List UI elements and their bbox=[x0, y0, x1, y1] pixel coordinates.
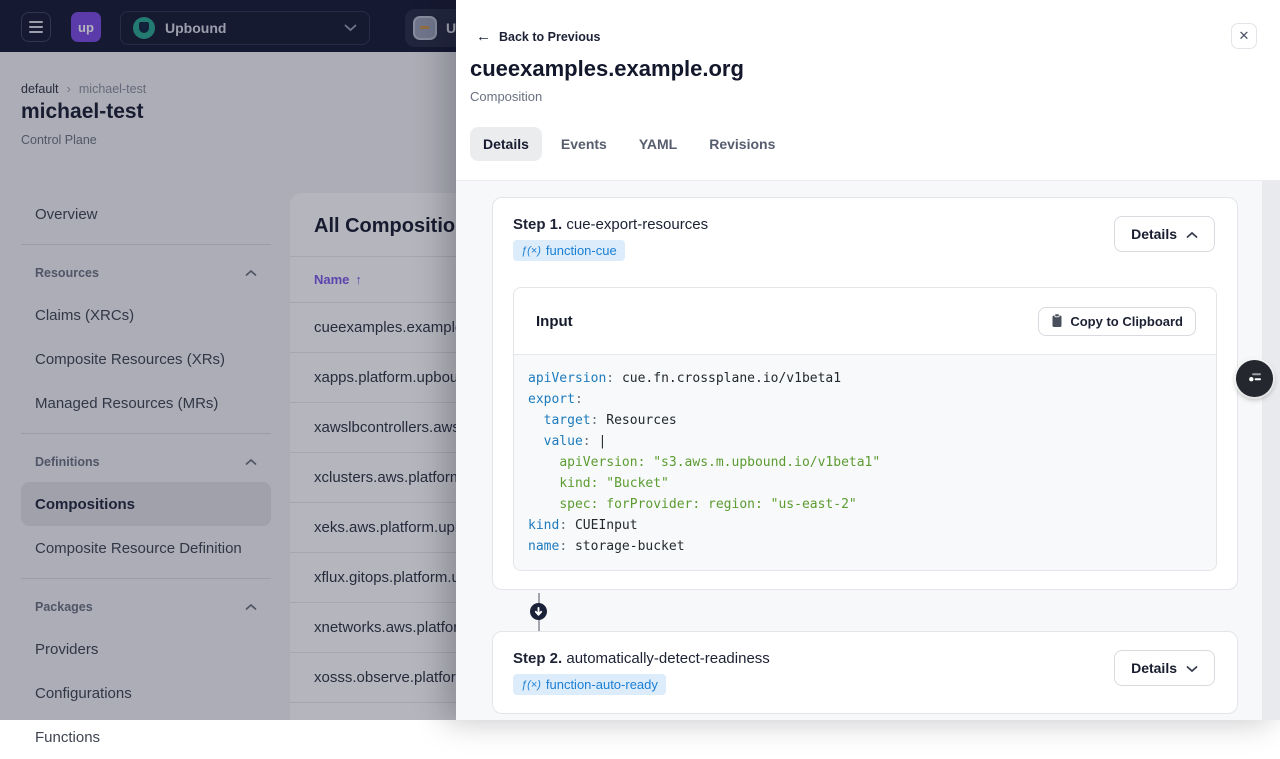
step-1-label: Step 1. bbox=[513, 216, 563, 233]
function-badge-label: function-auto-ready bbox=[545, 677, 658, 692]
panel-content: Step 1. cue-export-resources ƒ(×) functi… bbox=[456, 180, 1280, 720]
composition-name-title: cueexamples.example.org bbox=[470, 56, 744, 81]
back-link-label: Back to Previous bbox=[499, 29, 601, 44]
chevron-up-icon bbox=[1186, 226, 1198, 242]
function-badge-label: function-cue bbox=[545, 243, 617, 258]
code-line: apiVersion: cue.fn.crossplane.io/v1beta1 bbox=[528, 371, 842, 386]
copy-button-label: Copy to Clipboard bbox=[1070, 314, 1183, 329]
code-line: export: bbox=[528, 392, 583, 407]
floating-widget-button[interactable] bbox=[1236, 360, 1273, 397]
code-line: value: | bbox=[543, 434, 607, 449]
code-line: kind: "Bucket" bbox=[559, 476, 669, 491]
code-line: kind: CUEInput bbox=[528, 518, 638, 533]
tab-yaml[interactable]: YAML bbox=[626, 127, 690, 161]
input-section-header: Input Copy to Clipboard bbox=[514, 288, 1216, 354]
code-line: target: Resources bbox=[543, 413, 677, 428]
chevron-down-icon bbox=[1186, 660, 1198, 676]
tab-details[interactable]: Details bbox=[470, 127, 542, 161]
step-1-title: Step 1. cue-export-resources bbox=[513, 216, 1217, 233]
tab-events[interactable]: Events bbox=[548, 127, 620, 161]
step-2-title: Step 2. automatically-detect-readiness bbox=[513, 650, 1217, 667]
code-block[interactable]: apiVersion: cue.fn.crossplane.io/v1beta1… bbox=[514, 354, 1216, 570]
clipboard-icon bbox=[1051, 312, 1063, 331]
input-section: Input Copy to Clipboard apiVersion: cue.… bbox=[513, 287, 1217, 571]
pipeline-step-1-card: Step 1. cue-export-resources ƒ(×) functi… bbox=[492, 197, 1238, 590]
details-button-label: Details bbox=[1131, 226, 1177, 242]
step-1-name: cue-export-resources bbox=[566, 216, 709, 233]
back-arrow-icon: ← bbox=[476, 28, 491, 45]
step-2-details-button[interactable]: Details bbox=[1114, 650, 1215, 686]
composition-kind-subtitle: Composition bbox=[470, 89, 543, 104]
pipeline-step-2-card: Step 2. automatically-detect-readiness ƒ… bbox=[492, 631, 1238, 714]
function-badge[interactable]: ƒ(×) function-cue bbox=[513, 240, 625, 261]
step-2-label: Step 2. bbox=[513, 650, 563, 667]
code-line: spec: forProvider: region: "us-east-2" bbox=[559, 497, 857, 512]
sidebar-item-functions[interactable]: Functions bbox=[21, 715, 271, 759]
step-2-name: automatically-detect-readiness bbox=[566, 650, 770, 667]
input-heading: Input bbox=[536, 312, 573, 330]
code-line: apiVersion: "s3.aws.m.upbound.io/v1beta1… bbox=[559, 455, 881, 470]
tab-revisions[interactable]: Revisions bbox=[696, 127, 788, 161]
close-icon: ✕ bbox=[1238, 28, 1250, 43]
code-line: name: storage-bucket bbox=[528, 539, 685, 554]
step-connector-arrow-icon bbox=[530, 603, 547, 620]
function-icon: ƒ(×) bbox=[521, 678, 541, 691]
composition-detail-panel: ← Back to Previous ✕ cueexamples.example… bbox=[456, 0, 1280, 720]
back-to-previous-link[interactable]: ← Back to Previous bbox=[470, 28, 606, 45]
close-panel-button[interactable]: ✕ bbox=[1231, 23, 1257, 49]
function-badge[interactable]: ƒ(×) function-auto-ready bbox=[513, 674, 666, 695]
copy-to-clipboard-button[interactable]: Copy to Clipboard bbox=[1038, 307, 1196, 336]
panel-scrollbar-track[interactable] bbox=[1262, 181, 1280, 720]
function-icon: ƒ(×) bbox=[521, 244, 541, 257]
step-1-details-button[interactable]: Details bbox=[1114, 216, 1215, 252]
details-button-label: Details bbox=[1131, 660, 1177, 676]
list-icon bbox=[1245, 367, 1265, 390]
panel-tabs: Details Events YAML Revisions bbox=[470, 127, 788, 161]
